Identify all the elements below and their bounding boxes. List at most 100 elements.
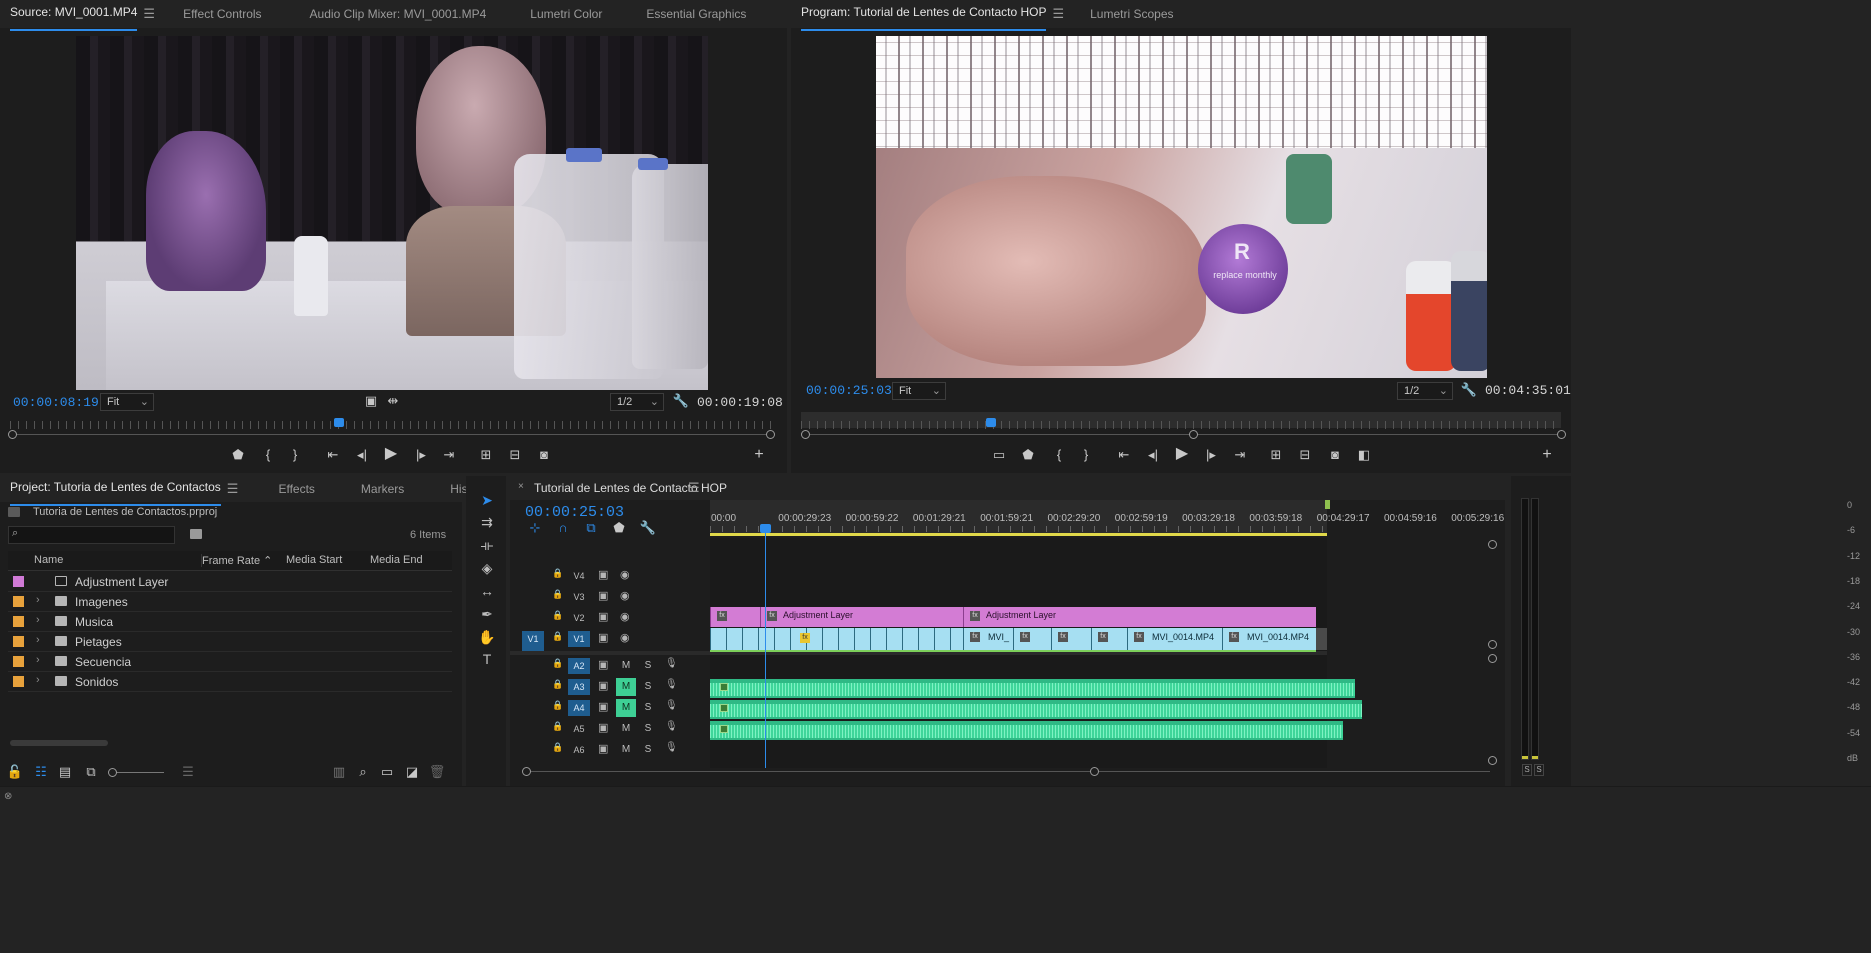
chevron-right-icon[interactable]: › xyxy=(36,674,40,686)
adjustment-layer-clip-short[interactable]: fx xyxy=(710,607,760,627)
go-to-out-icon[interactable]: ⇥ xyxy=(438,445,460,465)
audio-scroll-handle-bottom[interactable] xyxy=(1488,756,1497,765)
lock-icon[interactable]: 🔒 xyxy=(552,589,563,600)
horizontal-zoom-bar[interactable] xyxy=(530,771,1490,772)
source-current-timecode[interactable]: 00:00:08:19 xyxy=(13,395,99,410)
source-zoom-handle-left[interactable] xyxy=(8,430,17,439)
program-zoom-dropdown[interactable]: Fit ⌄ xyxy=(892,382,946,400)
sync-lock-icon[interactable]: ▣ xyxy=(598,679,608,692)
program-zoom-handle-left[interactable] xyxy=(801,430,810,439)
list-item[interactable]: Adjustment Layer xyxy=(8,572,452,592)
add-marker-icon[interactable]: ⬟ xyxy=(608,518,630,538)
wrench-icon[interactable]: 🔧 xyxy=(670,391,692,411)
sync-lock-icon[interactable]: ▣ xyxy=(598,589,608,602)
lock-icon[interactable]: 🔓 xyxy=(4,762,26,782)
track-target-a6[interactable]: A6 xyxy=(568,742,590,758)
panel-menu-icon[interactable]: ☰ xyxy=(1052,0,1064,28)
column-frame-rate[interactable]: Frame Rate ⌃ xyxy=(201,554,272,567)
program-zoom-handle-mid[interactable] xyxy=(1189,430,1198,439)
tab-essential-graphics[interactable]: Essential Graphics xyxy=(636,0,756,28)
column-media-end[interactable]: Media End xyxy=(370,554,423,566)
eye-icon[interactable]: ◉ xyxy=(620,610,630,623)
audio-clip-a4[interactable] xyxy=(710,700,1362,719)
track-target-a2[interactable]: A2 xyxy=(568,658,590,674)
lock-icon[interactable]: 🔒 xyxy=(552,721,563,732)
step-forward-icon[interactable]: |▸ xyxy=(410,445,432,465)
insert-overwrite-icon[interactable]: ⊹ xyxy=(524,518,546,538)
list-item[interactable]: › Sonidos xyxy=(8,672,452,692)
v1-clip-a[interactable]: fx xyxy=(1013,628,1051,650)
wrench-icon[interactable]: 🔧 xyxy=(637,518,659,538)
mute-button[interactable]: M xyxy=(616,657,636,675)
source-video-frame[interactable] xyxy=(76,36,708,390)
ripple-edit-tool-icon[interactable]: ⟛ xyxy=(476,535,498,555)
adjustment-layer-clip-1[interactable]: fx Adjustment Layer xyxy=(760,607,963,627)
sync-lock-icon[interactable]: ▣ xyxy=(598,568,608,581)
microphone-icon[interactable]: 🎙 xyxy=(665,700,678,711)
mute-button[interactable]: M xyxy=(616,678,636,696)
v1-clip-mvi0014-2[interactable]: fx MVI_0014.MP4 xyxy=(1222,628,1316,650)
mute-button[interactable]: M xyxy=(616,699,636,717)
mute-button[interactable]: M xyxy=(616,720,636,738)
mark-in-icon[interactable]: { xyxy=(257,445,279,465)
add-button-icon[interactable]: + xyxy=(748,445,770,465)
column-media-start[interactable]: Media Start xyxy=(286,554,342,566)
overwrite-icon[interactable]: ⊟ xyxy=(504,445,526,465)
lock-icon[interactable]: 🔒 xyxy=(552,631,563,642)
solo-button[interactable]: S xyxy=(638,678,658,696)
timeline-playhead-line[interactable] xyxy=(765,528,766,768)
go-to-in-icon[interactable]: ⇤ xyxy=(1113,445,1135,465)
step-forward-icon[interactable]: |▸ xyxy=(1200,445,1222,465)
tab-source[interactable]: Source: MVI_0001.MP4 ☰ xyxy=(0,0,165,31)
tab-project[interactable]: Project: Tutoria de Lentes de Contactos ☰ xyxy=(0,475,248,506)
safe-margins-icon[interactable]: ▭ xyxy=(988,445,1010,465)
clear-icon[interactable]: 🗑 xyxy=(426,762,448,782)
track-target-a4[interactable]: A4 xyxy=(568,700,590,716)
mark-out-icon[interactable]: } xyxy=(1075,445,1097,465)
lock-icon[interactable]: 🔒 xyxy=(552,658,563,669)
add-button-icon[interactable]: + xyxy=(1536,445,1558,465)
drag-audio-icon[interactable]: ⇹ xyxy=(382,391,404,411)
chevron-right-icon[interactable]: › xyxy=(36,594,40,606)
label-color-swatch[interactable] xyxy=(13,576,24,587)
drag-video-icon[interactable]: ▣ xyxy=(360,391,382,411)
panel-menu-icon[interactable]: ☰ xyxy=(688,480,700,496)
list-item[interactable]: › Secuencia xyxy=(8,652,452,672)
snap-icon[interactable]: ∩ xyxy=(552,518,574,538)
source-playhead[interactable] xyxy=(334,418,345,427)
eye-icon[interactable]: ◉ xyxy=(620,589,630,602)
video-scroll-handle-bottom[interactable] xyxy=(1488,640,1497,649)
tab-effects[interactable]: Effects xyxy=(268,475,324,503)
track-target-v3[interactable]: V3 xyxy=(568,589,590,605)
timeline-playhead-head[interactable] xyxy=(760,524,771,533)
track-target-a3[interactable]: A3 xyxy=(568,679,590,695)
lock-icon[interactable]: 🔒 xyxy=(552,679,563,690)
v1-clip-mvi0014-1[interactable]: fx MVI_0014.MP4 xyxy=(1127,628,1222,650)
sync-lock-icon[interactable]: ▣ xyxy=(598,700,608,713)
slip-tool-icon[interactable]: ↔ xyxy=(476,581,498,601)
tab-markers[interactable]: Markers xyxy=(351,475,414,503)
zoom-slider[interactable] xyxy=(112,772,164,773)
tab-lumetri-scopes[interactable]: Lumetri Scopes xyxy=(1080,0,1183,28)
solo-button[interactable]: S xyxy=(638,657,658,675)
step-back-icon[interactable]: ◂| xyxy=(1142,445,1164,465)
label-color-swatch[interactable] xyxy=(13,636,24,647)
panel-menu-icon[interactable]: ☰ xyxy=(143,0,155,28)
label-color-swatch[interactable] xyxy=(13,676,24,687)
eye-icon[interactable]: ◉ xyxy=(620,631,630,644)
comparison-view-icon[interactable]: ◧ xyxy=(1353,445,1375,465)
automate-to-sequence-icon[interactable]: ▥ xyxy=(328,762,350,782)
step-back-icon[interactable]: ◂| xyxy=(351,445,373,465)
go-to-out-icon[interactable]: ⇥ xyxy=(1229,445,1251,465)
program-current-timecode[interactable]: 00:00:25:03 xyxy=(806,383,892,398)
extract-icon[interactable]: ⊟ xyxy=(1294,445,1316,465)
tab-lumetri-color[interactable]: Lumetri Color xyxy=(520,0,612,28)
tab-effect-controls[interactable]: Effect Controls xyxy=(173,0,271,28)
column-name[interactable]: Name xyxy=(34,554,63,566)
lock-icon[interactable]: 🔒 xyxy=(552,742,563,753)
microphone-icon[interactable]: 🎙 xyxy=(665,721,678,732)
list-item[interactable]: › Imagenes xyxy=(8,592,452,612)
source-zoom-dropdown[interactable]: Fit ⌄ xyxy=(100,393,154,411)
audio-clip-a5[interactable] xyxy=(710,721,1343,740)
microphone-icon[interactable]: 🎙 xyxy=(665,742,678,753)
